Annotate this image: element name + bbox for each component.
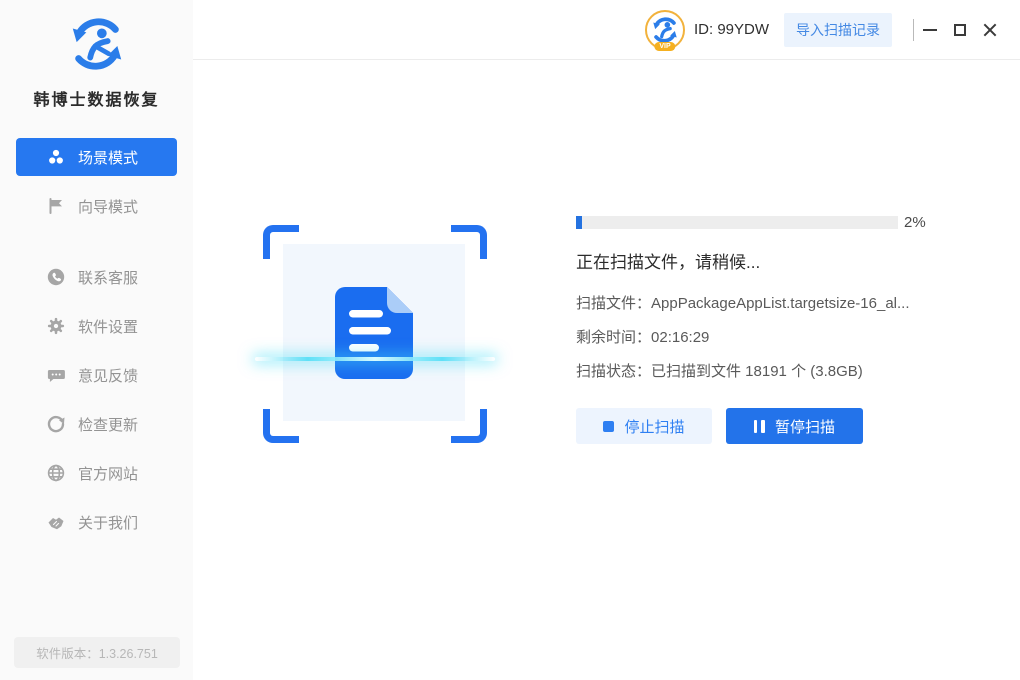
sidebar-item-official-website[interactable]: 官方网站 bbox=[16, 454, 177, 492]
progress-bar bbox=[576, 216, 898, 229]
stop-icon bbox=[603, 420, 615, 432]
progress-bar-fill bbox=[576, 216, 583, 229]
gear-icon bbox=[46, 317, 65, 336]
scan-status-title: 正在扫描文件，请稍候... bbox=[576, 253, 761, 272]
avatar-logo-icon bbox=[653, 16, 677, 43]
stop-scan-label: 停止扫描 bbox=[624, 418, 685, 436]
stop-scan-button[interactable]: 停止扫描 bbox=[576, 408, 712, 444]
logo-area: 韩博士数据恢复 bbox=[0, 0, 193, 138]
document-icon bbox=[335, 286, 413, 379]
version-badge: 软件版本：1.3.26.751 bbox=[14, 637, 180, 668]
user-id: ID: 99YDW bbox=[693, 21, 769, 38]
maximize-icon bbox=[954, 23, 966, 36]
feedback-icon bbox=[46, 366, 65, 385]
scan-inner-panel bbox=[283, 244, 465, 421]
app-window: 韩博士数据恢复 场景模式 向导模式 联系客服 软件设置 意见反馈 检查更新 官方… bbox=[0, 0, 1020, 680]
close-icon bbox=[982, 22, 998, 38]
scan-panel: 2% 正在扫描文件，请稍候... 扫描文件：AppPackageAppList.… bbox=[193, 60, 1020, 680]
sidebar-item-label: 联系客服 bbox=[78, 269, 139, 287]
minimize-icon bbox=[923, 28, 937, 31]
time-remaining-row: 剩余时间：02:16:29 bbox=[576, 326, 709, 347]
pause-icon bbox=[753, 419, 765, 433]
scan-file-value: AppPackageAppList.targetsize-16_al... bbox=[651, 295, 910, 312]
time-remaining-value: 02:16:29 bbox=[651, 329, 710, 346]
sidebar-item-label: 意见反馈 bbox=[78, 367, 139, 385]
group-icon bbox=[46, 148, 65, 167]
handshake-icon bbox=[46, 513, 65, 532]
scan-frame-illustration bbox=[255, 225, 495, 443]
scan-state-label: 扫描状态： bbox=[576, 363, 652, 380]
sidebar-item-label: 向导模式 bbox=[78, 198, 139, 216]
progress-percent: 2% bbox=[904, 214, 926, 231]
sidebar-item-label: 软件设置 bbox=[78, 318, 139, 336]
update-icon bbox=[46, 415, 65, 434]
scan-file-row: 扫描文件：AppPackageAppList.targetsize-16_al.… bbox=[576, 292, 910, 313]
progress-row: 2% bbox=[576, 214, 926, 231]
flag-icon bbox=[46, 197, 65, 216]
scan-state-value: 已扫描到文件 18191 个 (3.8GB) bbox=[651, 363, 863, 380]
app-title: 韩博士数据恢复 bbox=[33, 92, 160, 109]
sidebar-item-scene-mode[interactable]: 场景模式 bbox=[16, 138, 177, 176]
sidebar-item-settings[interactable]: 软件设置 bbox=[16, 307, 177, 345]
avatar[interactable]: VIP bbox=[644, 9, 685, 51]
sidebar: 韩博士数据恢复 场景模式 向导模式 联系客服 软件设置 意见反馈 检查更新 官方… bbox=[0, 0, 193, 680]
sidebar-item-wizard-mode[interactable]: 向导模式 bbox=[16, 187, 177, 225]
app-logo-icon bbox=[72, 18, 121, 70]
maximize-button[interactable] bbox=[946, 16, 974, 44]
close-button[interactable] bbox=[976, 16, 1004, 44]
import-scan-records-button[interactable]: 导入扫描记录 bbox=[784, 12, 892, 47]
minimize-button[interactable] bbox=[916, 16, 944, 44]
pause-scan-label: 暂停扫描 bbox=[774, 418, 835, 436]
scan-file-label: 扫描文件： bbox=[576, 295, 652, 312]
sidebar-item-feedback[interactable]: 意见反馈 bbox=[16, 356, 177, 394]
sidebar-item-label: 关于我们 bbox=[78, 514, 139, 532]
sidebar-item-about-us[interactable]: 关于我们 bbox=[16, 503, 177, 541]
titlebar: VIP ID: 99YDW 导入扫描记录 bbox=[193, 0, 1020, 60]
scan-state-row: 扫描状态：已扫描到文件 18191 个 (3.8GB) bbox=[576, 360, 863, 381]
sidebar-item-label: 官方网站 bbox=[78, 465, 139, 483]
sidebar-nav: 场景模式 向导模式 联系客服 软件设置 意见反馈 检查更新 官方网站 关于我们 bbox=[0, 138, 193, 541]
titlebar-divider bbox=[913, 18, 914, 41]
scanline-glow bbox=[255, 357, 495, 361]
sidebar-item-label: 场景模式 bbox=[78, 149, 139, 167]
pause-scan-button[interactable]: 暂停扫描 bbox=[726, 408, 863, 444]
phone-icon bbox=[46, 268, 65, 287]
scan-actions: 停止扫描 暂停扫描 bbox=[576, 408, 863, 444]
sidebar-item-check-update[interactable]: 检查更新 bbox=[16, 405, 177, 443]
time-remaining-label: 剩余时间： bbox=[576, 329, 652, 346]
sidebar-item-label: 检查更新 bbox=[78, 416, 139, 434]
vip-badge: VIP bbox=[654, 41, 676, 51]
sidebar-item-contact-support[interactable]: 联系客服 bbox=[16, 258, 177, 296]
globe-icon bbox=[46, 464, 65, 483]
